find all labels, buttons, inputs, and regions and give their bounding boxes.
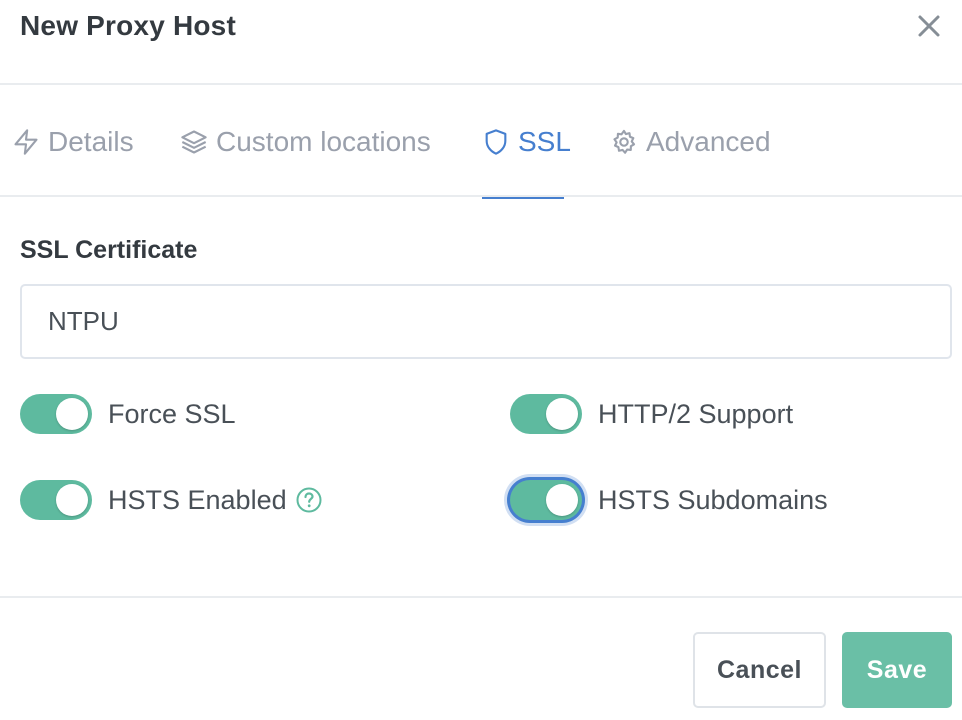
gear-icon	[610, 128, 638, 156]
modal-header: New Proxy Host	[0, 0, 962, 85]
tab-ssl-label: SSL	[518, 126, 571, 157]
http2-support-toggle-row[interactable]: HTTP/2 Support	[510, 392, 793, 436]
tab-bar: Details Custom locations SSL Advanced	[0, 87, 962, 199]
hsts-enabled-label: HSTS Enabled	[108, 484, 287, 515]
http2-support-label: HTTP/2 Support	[598, 398, 794, 429]
modal-title: New Proxy Host	[20, 10, 236, 41]
hsts-enabled-switch[interactable]	[20, 480, 92, 520]
force-ssl-toggle-row[interactable]: Force SSL	[20, 392, 236, 436]
switch-knob	[56, 398, 88, 430]
switch-knob	[546, 398, 578, 430]
new-proxy-host-modal: New Proxy Host Details Custom locations …	[0, 0, 962, 720]
lightning-icon	[12, 128, 40, 156]
tab-details-label: Details	[48, 126, 134, 157]
http2-support-switch[interactable]	[510, 394, 582, 434]
ssl-certificate-value: NTPU	[48, 306, 119, 336]
layers-icon	[180, 128, 208, 156]
hsts-subdomains-switch[interactable]	[510, 480, 582, 520]
ssl-certificate-label: SSL Certificate	[20, 236, 198, 264]
tab-advanced-label: Advanced	[646, 126, 771, 157]
close-icon	[918, 15, 940, 37]
force-ssl-label: Force SSL	[108, 398, 236, 429]
cancel-button[interactable]: Cancel	[693, 632, 826, 708]
save-button[interactable]: Save	[842, 632, 952, 708]
close-button[interactable]	[915, 12, 943, 40]
switch-knob	[546, 484, 578, 516]
hsts-subdomains-toggle-row[interactable]: HSTS Subdomains	[510, 478, 828, 522]
help-icon[interactable]	[295, 486, 323, 514]
hsts-enabled-toggle-row[interactable]: HSTS Enabled	[20, 478, 323, 522]
tab-ssl[interactable]: SSL	[482, 87, 571, 199]
tab-advanced[interactable]: Advanced	[610, 87, 771, 197]
modal-footer: Cancel Save	[0, 596, 962, 720]
tab-custom-locations-label: Custom locations	[216, 126, 431, 157]
ssl-certificate-select[interactable]: NTPU	[20, 284, 952, 359]
hsts-subdomains-label: HSTS Subdomains	[598, 484, 828, 515]
force-ssl-switch[interactable]	[20, 394, 92, 434]
tab-custom-locations[interactable]: Custom locations	[180, 87, 431, 197]
tab-details[interactable]: Details	[12, 87, 134, 197]
switch-knob	[56, 484, 88, 516]
shield-icon	[482, 128, 510, 156]
